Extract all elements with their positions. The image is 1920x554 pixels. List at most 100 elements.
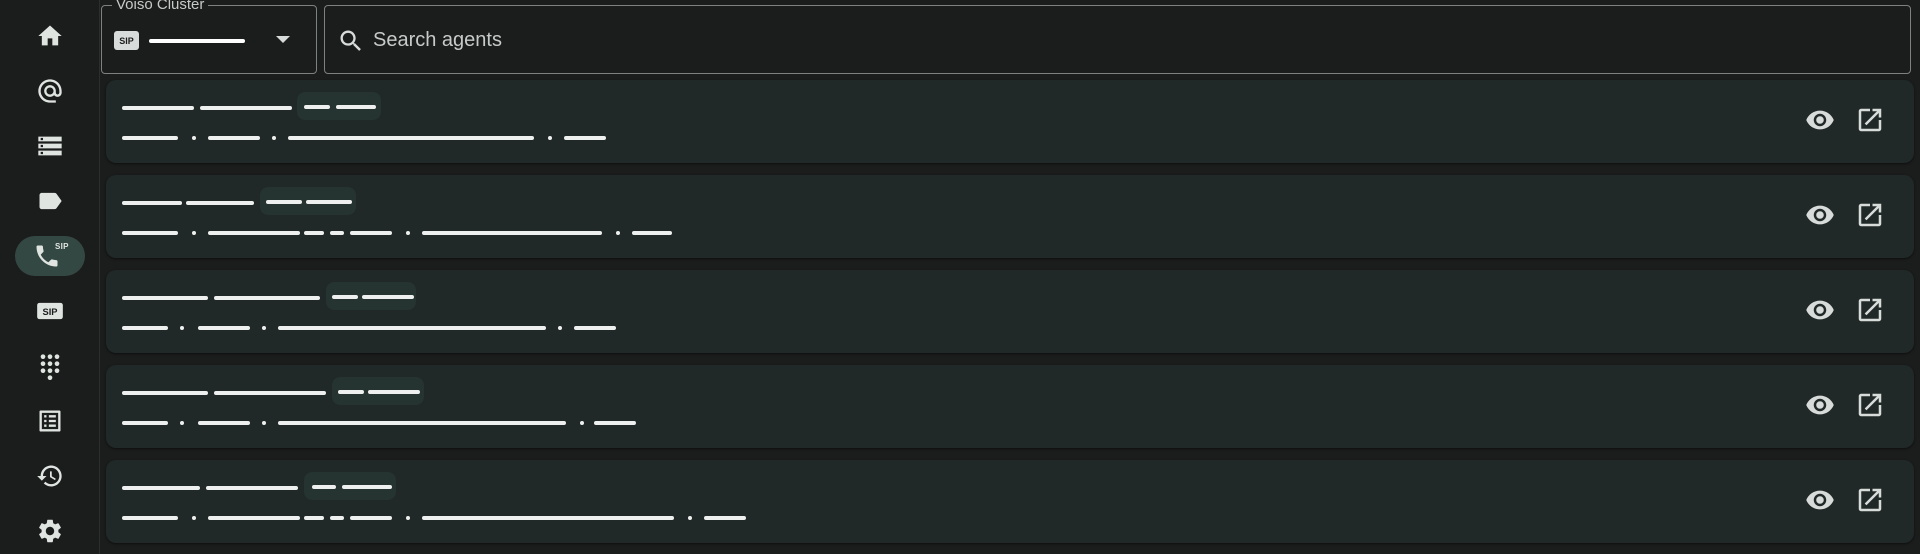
sidebar-item-history[interactable] <box>15 456 85 496</box>
agent-detail <box>330 516 344 520</box>
agent-detail <box>350 516 392 520</box>
history-icon <box>37 465 62 487</box>
sip-badge-icon: SIP <box>114 31 139 50</box>
gear-icon <box>39 519 61 543</box>
agent-first-name <box>122 296 208 300</box>
separator-dot <box>406 231 410 235</box>
view-button[interactable] <box>1802 102 1838 138</box>
separator-dot <box>192 231 196 235</box>
open-external-button[interactable] <box>1852 197 1888 233</box>
open-external-icon <box>1858 203 1882 227</box>
separator-dot <box>272 136 276 140</box>
dialpad-icon <box>40 354 60 380</box>
agent-card[interactable] <box>106 175 1914 258</box>
sidebar: SIP SIP <box>0 0 100 554</box>
at-icon <box>38 79 62 103</box>
open-external-button[interactable] <box>1852 387 1888 423</box>
sidebar-item-labels[interactable] <box>15 181 85 221</box>
open-external-icon <box>1858 108 1882 132</box>
agent-detail <box>330 231 344 235</box>
open-external-icon <box>1858 298 1882 322</box>
open-external-button[interactable] <box>1852 482 1888 518</box>
agent-detail <box>288 136 534 140</box>
search-icon <box>340 30 361 51</box>
separator-dot <box>406 516 410 520</box>
chip-text <box>332 295 358 299</box>
chip-text <box>304 105 330 109</box>
agent-detail <box>122 231 178 235</box>
agent-first-name <box>122 201 182 205</box>
agent-card[interactable] <box>106 460 1914 543</box>
search-input[interactable] <box>373 24 1873 56</box>
agent-detail <box>122 136 178 140</box>
sidebar-item-servers[interactable] <box>15 126 85 166</box>
view-button[interactable] <box>1802 482 1838 518</box>
agent-detail <box>198 326 250 330</box>
chip-text <box>306 200 352 204</box>
agent-detail <box>122 326 168 330</box>
agent-detail <box>574 326 616 330</box>
open-external-icon <box>1858 393 1882 417</box>
open-external-icon <box>1858 488 1882 512</box>
sidebar-item-sip-calls[interactable]: SIP <box>15 236 85 276</box>
separator-dot <box>192 516 196 520</box>
agent-detail <box>198 421 250 425</box>
separator-dot <box>616 231 620 235</box>
sidebar-item-mentions[interactable] <box>15 71 85 111</box>
agent-card[interactable] <box>106 270 1914 353</box>
chip-text <box>368 390 420 394</box>
agent-detail <box>594 421 636 425</box>
chip-text <box>312 485 336 489</box>
agent-last-name <box>214 391 326 395</box>
agent-detail <box>208 516 300 520</box>
open-external-button[interactable] <box>1852 102 1888 138</box>
separator-dot <box>548 136 552 140</box>
sidebar-item-settings[interactable] <box>15 511 85 551</box>
agent-detail <box>704 516 746 520</box>
agent-detail <box>122 516 178 520</box>
agent-first-name <box>122 106 194 110</box>
separator-dot <box>180 421 184 425</box>
sidebar-item-home[interactable] <box>15 16 85 56</box>
label-icon <box>39 192 62 210</box>
agent-detail <box>564 136 606 140</box>
chevron-down-icon[interactable] <box>276 36 290 43</box>
agent-detail <box>278 326 546 330</box>
list-icon <box>39 410 61 432</box>
view-button[interactable] <box>1802 292 1838 328</box>
view-icon <box>1806 490 1834 510</box>
agent-detail <box>122 421 168 425</box>
agent-detail <box>350 231 392 235</box>
storage-icon <box>38 136 62 156</box>
agent-card[interactable] <box>106 365 1914 448</box>
agent-detail <box>208 231 300 235</box>
cluster-select[interactable]: Voiso Cluster SIP <box>101 0 317 74</box>
open-external-button[interactable] <box>1852 292 1888 328</box>
chip-text <box>266 200 302 204</box>
agent-first-name <box>122 391 208 395</box>
separator-dot <box>262 421 266 425</box>
agent-detail <box>422 516 674 520</box>
view-button[interactable] <box>1802 387 1838 423</box>
agent-detail <box>304 516 324 520</box>
separator-dot <box>262 326 266 330</box>
sidebar-item-sip[interactable]: SIP <box>15 291 85 331</box>
chip-text <box>362 295 414 299</box>
agent-detail <box>278 421 566 425</box>
sidebar-item-dialpad[interactable] <box>15 346 85 386</box>
sidebar-item-list[interactable] <box>15 401 85 441</box>
agent-detail <box>422 231 602 235</box>
sip-icon: SIP <box>37 302 63 320</box>
cluster-selected-value <box>149 39 245 43</box>
separator-dot <box>580 421 584 425</box>
separator-dot <box>558 326 562 330</box>
separator-dot <box>192 136 196 140</box>
agent-detail <box>632 231 672 235</box>
search-field[interactable] <box>324 5 1911 74</box>
agent-card[interactable] <box>106 80 1914 163</box>
agent-first-name <box>122 486 200 490</box>
agent-detail <box>208 136 260 140</box>
agent-last-name <box>186 201 254 205</box>
view-icon <box>1806 205 1834 225</box>
view-button[interactable] <box>1802 197 1838 233</box>
